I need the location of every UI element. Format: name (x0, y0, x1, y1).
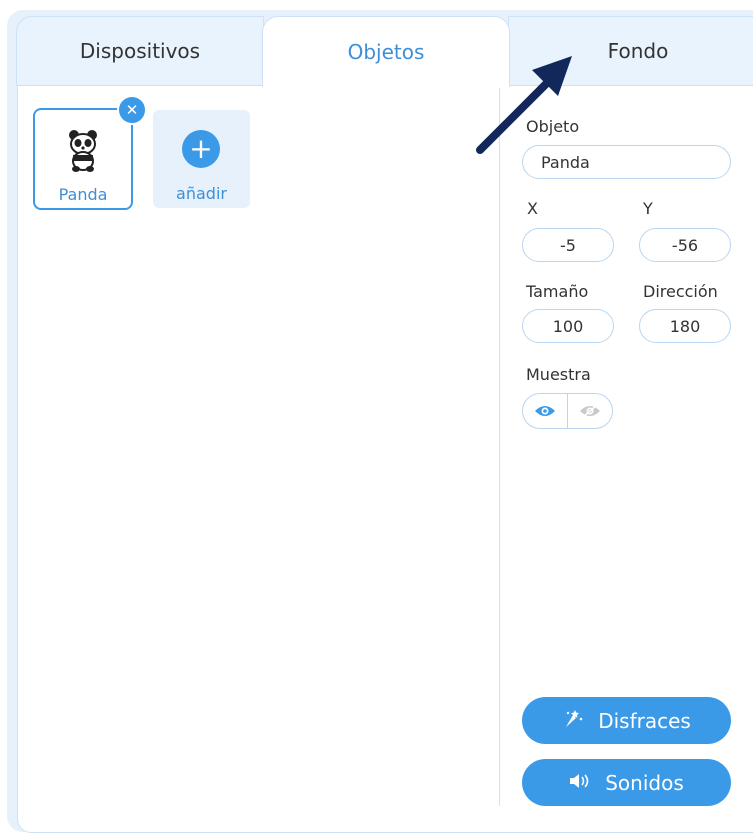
close-icon[interactable]: ✕ (117, 95, 147, 125)
y-label: Y (643, 199, 653, 218)
tab-label: Fondo (607, 39, 669, 63)
size-label: Tamaño (526, 282, 589, 301)
sounds-button[interactable]: Sonidos (522, 759, 731, 806)
tab-objetos[interactable]: Objetos (262, 16, 510, 87)
add-sprite-label: añadir (176, 184, 227, 203)
eye-hidden-icon[interactable] (567, 394, 612, 428)
costume-icon (562, 707, 584, 734)
tab-dispositivos[interactable]: Dispositivos (16, 16, 264, 86)
direction-label: Dirección (643, 282, 718, 301)
eye-icon[interactable] (523, 394, 567, 428)
size-value: 100 (552, 316, 584, 336)
sprite-label: Panda (58, 185, 108, 204)
plus-icon[interactable]: + (182, 130, 220, 168)
tab-label: Dispositivos (79, 39, 201, 63)
sounds-label: Sonidos (605, 770, 684, 795)
y-value: -56 (671, 235, 699, 255)
y-field[interactable]: -56 (639, 228, 731, 262)
panda-thumbnail (65, 128, 101, 176)
direction-value: 180 (669, 316, 701, 336)
panel-divider (499, 88, 500, 806)
x-field[interactable]: -5 (522, 228, 614, 262)
tab-label: Objetos (347, 40, 425, 64)
direction-field[interactable]: 180 (639, 309, 731, 343)
costumes-label: Disfraces (598, 708, 691, 733)
size-field[interactable]: 100 (522, 309, 614, 343)
costumes-button[interactable]: Disfraces (522, 697, 731, 744)
visibility-toggle[interactable] (522, 393, 613, 429)
show-label: Muestra (526, 365, 591, 384)
speaker-icon (569, 771, 591, 795)
x-label: X (527, 199, 538, 218)
x-value: -5 (560, 235, 576, 255)
